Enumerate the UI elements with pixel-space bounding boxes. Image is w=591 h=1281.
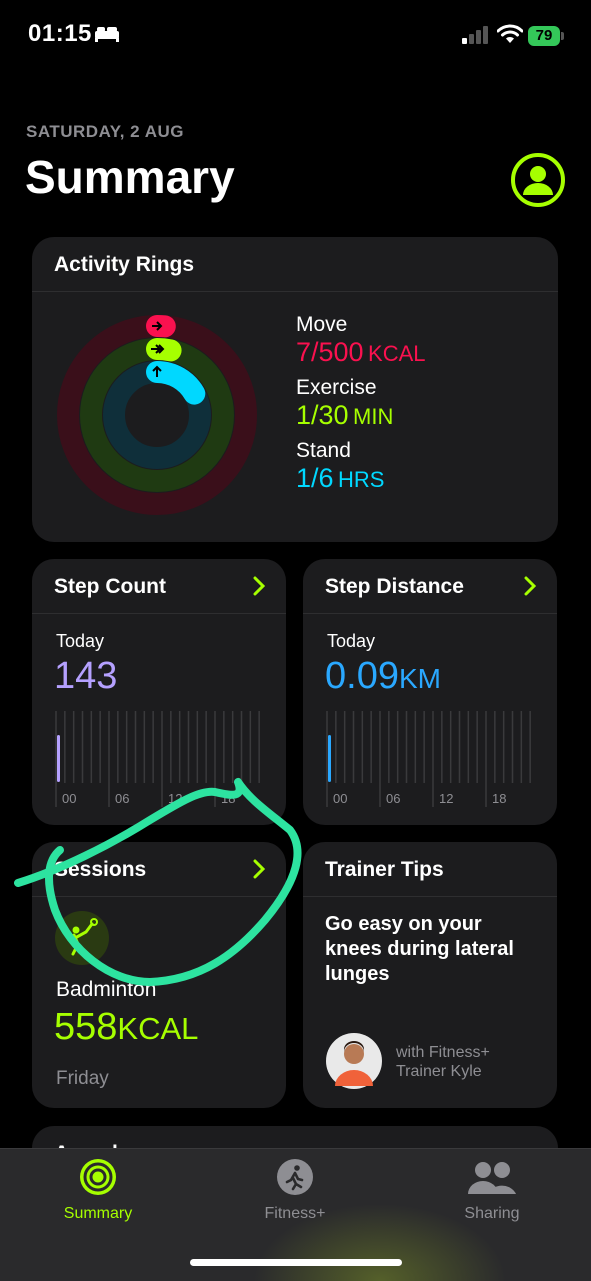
axis-tick-label: 06 — [386, 791, 400, 806]
battery-indicator: 79 — [528, 26, 560, 46]
annotation-scribble — [0, 760, 320, 1020]
activity-rings-graphic — [54, 312, 260, 518]
move-value: 7/500 — [296, 337, 364, 367]
status-time: 01:15 — [28, 20, 92, 48]
card-divider — [303, 896, 557, 897]
step-count-value: 143 — [54, 655, 117, 698]
people-icon — [466, 1160, 518, 1196]
axis-tick-label: 12 — [439, 791, 453, 806]
step-distance-today-label: Today — [327, 631, 375, 652]
tab-sharing-label: Sharing — [432, 1205, 552, 1223]
stand-label: Stand — [296, 439, 426, 463]
cellular-signal-icon — [462, 26, 490, 44]
trainer-avatar — [325, 1032, 383, 1090]
home-indicator[interactable] — [190, 1259, 402, 1266]
exercise-value: 1/30 — [296, 400, 349, 430]
activity-rings-title: Activity Rings — [54, 253, 194, 277]
trainer-credit-line1: with Fitness+ — [396, 1043, 490, 1062]
ring-stats: Move 7/500 KCAL Exercise 1/30 MIN Stand … — [296, 313, 426, 494]
move-unit: KCAL — [368, 341, 425, 366]
step-distance-value: 0.09 — [325, 655, 399, 697]
date-label: SATURDAY, 2 AUG — [26, 122, 184, 142]
running-figure-icon — [276, 1158, 314, 1196]
trainer-tips-title: Trainer Tips — [325, 858, 444, 882]
session-day: Friday — [56, 1068, 109, 1090]
stand-unit: HRS — [338, 467, 384, 492]
step-count-title: Step Count — [54, 575, 166, 599]
stand-ring-progress — [157, 372, 194, 394]
page-title: Summary — [25, 150, 235, 204]
trainer-credit-line2: Trainer Kyle — [396, 1062, 490, 1081]
exercise-label: Exercise — [296, 376, 426, 400]
tab-sharing[interactable]: Sharing — [432, 1156, 552, 1236]
step-count-today-label: Today — [56, 631, 104, 652]
battery-tip — [561, 32, 564, 40]
activity-rings-card[interactable]: Activity Rings Move 7/500 KCAL Exercise … — [32, 237, 558, 542]
activity-rings-icon — [79, 1158, 117, 1196]
tab-summary[interactable]: Summary — [38, 1156, 158, 1236]
step-distance-title: Step Distance — [325, 575, 464, 599]
stand-value: 1/6 — [296, 463, 334, 493]
step-distance-unit: KM — [399, 663, 441, 694]
tab-fitness-plus-label: Fitness+ — [235, 1205, 355, 1223]
step-distance-mini-chart: 00 06 12 18 — [325, 711, 537, 807]
trainer-credit: with Fitness+ Trainer Kyle — [396, 1043, 490, 1081]
axis-tick-label: 00 — [333, 791, 347, 806]
card-divider — [303, 613, 557, 614]
step-distance-card[interactable]: Step Distance Today 0.09KM 00 06 12 18 — [303, 559, 557, 825]
bed-icon — [94, 25, 120, 43]
tab-fitness-plus[interactable]: Fitness+ — [235, 1156, 355, 1236]
wifi-icon — [497, 24, 523, 44]
chevron-right-icon[interactable] — [252, 576, 266, 596]
tab-summary-label: Summary — [38, 1205, 158, 1223]
move-label: Move — [296, 313, 426, 337]
exercise-unit: MIN — [353, 404, 393, 429]
card-divider — [32, 291, 558, 292]
trainer-tips-card[interactable]: Trainer Tips Go easy on your knees durin… — [303, 842, 557, 1108]
trainer-tip-text: Go easy on your knees during lateral lun… — [325, 912, 535, 987]
axis-tick-label: 18 — [492, 791, 506, 806]
card-divider — [32, 613, 286, 614]
hour-bar — [328, 735, 331, 782]
profile-icon[interactable] — [511, 153, 565, 207]
chevron-right-icon[interactable] — [523, 576, 537, 596]
